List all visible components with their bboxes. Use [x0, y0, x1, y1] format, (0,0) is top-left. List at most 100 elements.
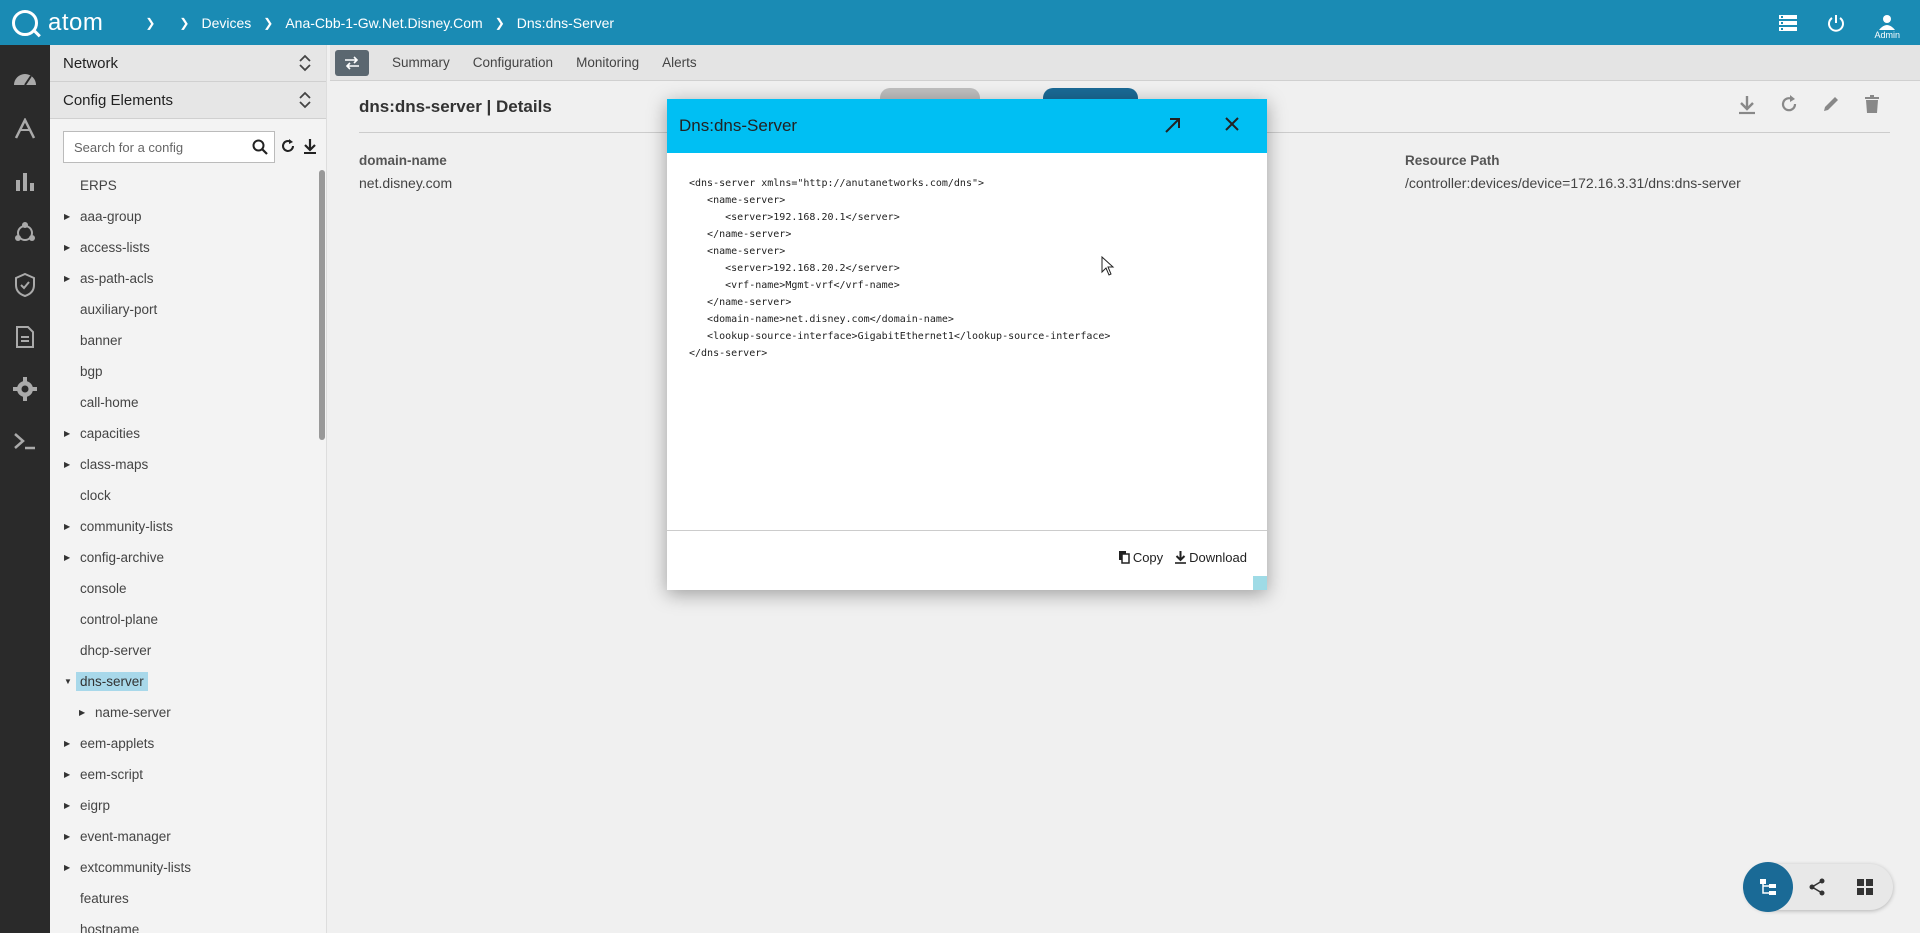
tree-item[interactable]: console — [50, 573, 320, 604]
caret-right-icon[interactable]: ▶ — [64, 832, 70, 841]
network-selector[interactable]: Network — [50, 45, 326, 82]
logo-text: atom — [48, 8, 104, 36]
caret-right-icon[interactable]: ▶ — [79, 708, 85, 717]
caret-right-icon[interactable]: ▶ — [64, 212, 70, 221]
power-icon[interactable] — [1826, 13, 1846, 33]
terminal-icon[interactable] — [0, 415, 50, 467]
tree-item-label: console — [80, 581, 127, 596]
tree-item[interactable]: ▶ extcommunity-lists — [50, 852, 320, 883]
atom-logo[interactable]: atom — [12, 9, 103, 37]
tree-item[interactable]: ▼ dns-server — [50, 666, 320, 697]
sidebar-scrollbar[interactable] — [319, 170, 325, 440]
config-search-box — [63, 131, 275, 163]
breadcrumb-device[interactable]: Ana-Cbb-1-Gw.Net.Disney.Com — [285, 15, 482, 31]
config-search-input[interactable] — [64, 139, 244, 155]
caret-right-icon[interactable]: ▶ — [64, 429, 70, 438]
tree-item-label: eigrp — [80, 798, 111, 813]
tree-item-label: ERPS — [80, 178, 117, 193]
refresh-icon[interactable] — [280, 138, 296, 154]
tree-item[interactable]: bgp — [50, 356, 320, 387]
refresh-icon[interactable] — [1780, 95, 1798, 113]
tree-item[interactable]: banner — [50, 325, 320, 356]
tree-item-label: features — [80, 891, 129, 906]
chevron-right-icon: ❯ — [145, 15, 156, 30]
user-icon — [1879, 14, 1896, 30]
atom-logo-mark — [12, 9, 38, 36]
caret-right-icon[interactable]: ▶ — [64, 739, 70, 748]
tab-monitoring[interactable]: Monitoring — [576, 55, 639, 70]
tree-item-label: dns-server — [76, 672, 148, 691]
tree-view-button[interactable] — [1743, 862, 1793, 912]
close-icon[interactable] — [1223, 115, 1241, 133]
caret-right-icon[interactable]: ▶ — [64, 553, 70, 562]
download-label: Download — [1189, 550, 1247, 565]
caret-right-icon[interactable]: ▶ — [64, 801, 70, 810]
tree-item[interactable]: call-home — [50, 387, 320, 418]
analytics-icon[interactable] — [0, 155, 50, 207]
config-tree: ERPS ▶ aaa-group ▶ access-lists ▶ as-path-acls… — [50, 170, 320, 933]
tree-item-label: auxiliary-port — [80, 302, 158, 317]
delete-trash-icon[interactable] — [1864, 95, 1880, 113]
topology-icon[interactable] — [0, 207, 50, 259]
tree-item[interactable]: ▶ eem-script — [50, 759, 320, 790]
download-icon[interactable] — [1738, 95, 1756, 115]
details-title: dns:dns-server | Details — [359, 97, 552, 116]
compliance-shield-icon[interactable] — [0, 259, 50, 311]
tree-item[interactable]: ▶ config-archive — [50, 542, 320, 573]
settings-gear-icon[interactable] — [0, 363, 50, 415]
tree-item[interactable]: hostname — [50, 914, 320, 933]
tree-item[interactable]: ▶ class-maps — [50, 449, 320, 480]
tab-summary[interactable]: Summary — [392, 55, 450, 70]
document-icon[interactable] — [0, 311, 50, 363]
tree-item[interactable]: ▶ eigrp — [50, 790, 320, 821]
caret-right-icon[interactable]: ▶ — [64, 770, 70, 779]
tab-alerts[interactable]: Alerts — [662, 55, 697, 70]
download-button[interactable]: Download — [1175, 550, 1247, 565]
download-icon[interactable] — [302, 138, 318, 155]
dialog-header: Dns:dns-Server — [667, 99, 1267, 153]
tree-item[interactable]: features — [50, 883, 320, 914]
tree-item[interactable]: ▶ access-lists — [50, 232, 320, 263]
config-elements-selector[interactable]: Config Elements — [50, 82, 326, 119]
copy-button[interactable]: Copy — [1118, 550, 1163, 565]
swap-view-button[interactable] — [335, 49, 369, 76]
expand-arrow-icon[interactable] — [1163, 115, 1183, 135]
config-dialog: Dns:dns-Server <dns-server xmlns="http:/… — [667, 99, 1267, 590]
tree-item[interactable]: ▶ eem-applets — [50, 728, 320, 759]
grid-view-button[interactable] — [1841, 864, 1889, 910]
caret-right-icon[interactable]: ▶ — [64, 243, 70, 252]
dashboard-icon[interactable] — [0, 51, 50, 103]
tree-item[interactable]: dhcp-server — [50, 635, 320, 666]
code-line: <domain-name>net.disney.com</domain-name… — [689, 314, 954, 325]
details-actions — [1738, 95, 1880, 115]
graph-view-button[interactable] — [1793, 864, 1841, 910]
tree-item[interactable]: auxiliary-port — [50, 294, 320, 325]
tree-item[interactable]: ▶ name-server — [50, 697, 320, 728]
user-menu[interactable]: Admin — [1874, 14, 1900, 40]
domain-name-value: net.disney.com — [359, 175, 453, 191]
tree-item[interactable]: ▶ aaa-group — [50, 201, 320, 232]
tree-item[interactable]: clock — [50, 480, 320, 511]
caret-right-icon[interactable]: ▶ — [64, 460, 70, 469]
caret-right-icon[interactable]: ▶ — [64, 522, 70, 531]
chevron-right-icon: ❯ — [179, 15, 190, 30]
resize-handle[interactable] — [1253, 576, 1267, 590]
tree-item[interactable]: control-plane — [50, 604, 320, 635]
search-icon[interactable] — [252, 139, 268, 155]
breadcrumb-devices[interactable]: Devices — [201, 15, 251, 31]
caret-down-icon[interactable]: ▼ — [64, 677, 72, 686]
tree-item[interactable]: ▶ community-lists — [50, 511, 320, 542]
tree-item-label: capacities — [80, 426, 141, 441]
tree-item[interactable]: ERPS — [50, 170, 320, 201]
resources-icon[interactable] — [0, 103, 50, 155]
caret-right-icon[interactable]: ▶ — [64, 274, 70, 283]
download-icon — [1175, 551, 1187, 564]
sort-updown-icon — [299, 91, 311, 109]
tree-item[interactable]: ▶ as-path-acls — [50, 263, 320, 294]
edit-pencil-icon[interactable] — [1822, 95, 1840, 113]
tree-item[interactable]: ▶ event-manager — [50, 821, 320, 852]
tab-configuration[interactable]: Configuration — [473, 55, 553, 70]
caret-right-icon[interactable]: ▶ — [64, 863, 70, 872]
server-list-icon[interactable] — [1778, 13, 1798, 33]
tree-item[interactable]: ▶ capacities — [50, 418, 320, 449]
